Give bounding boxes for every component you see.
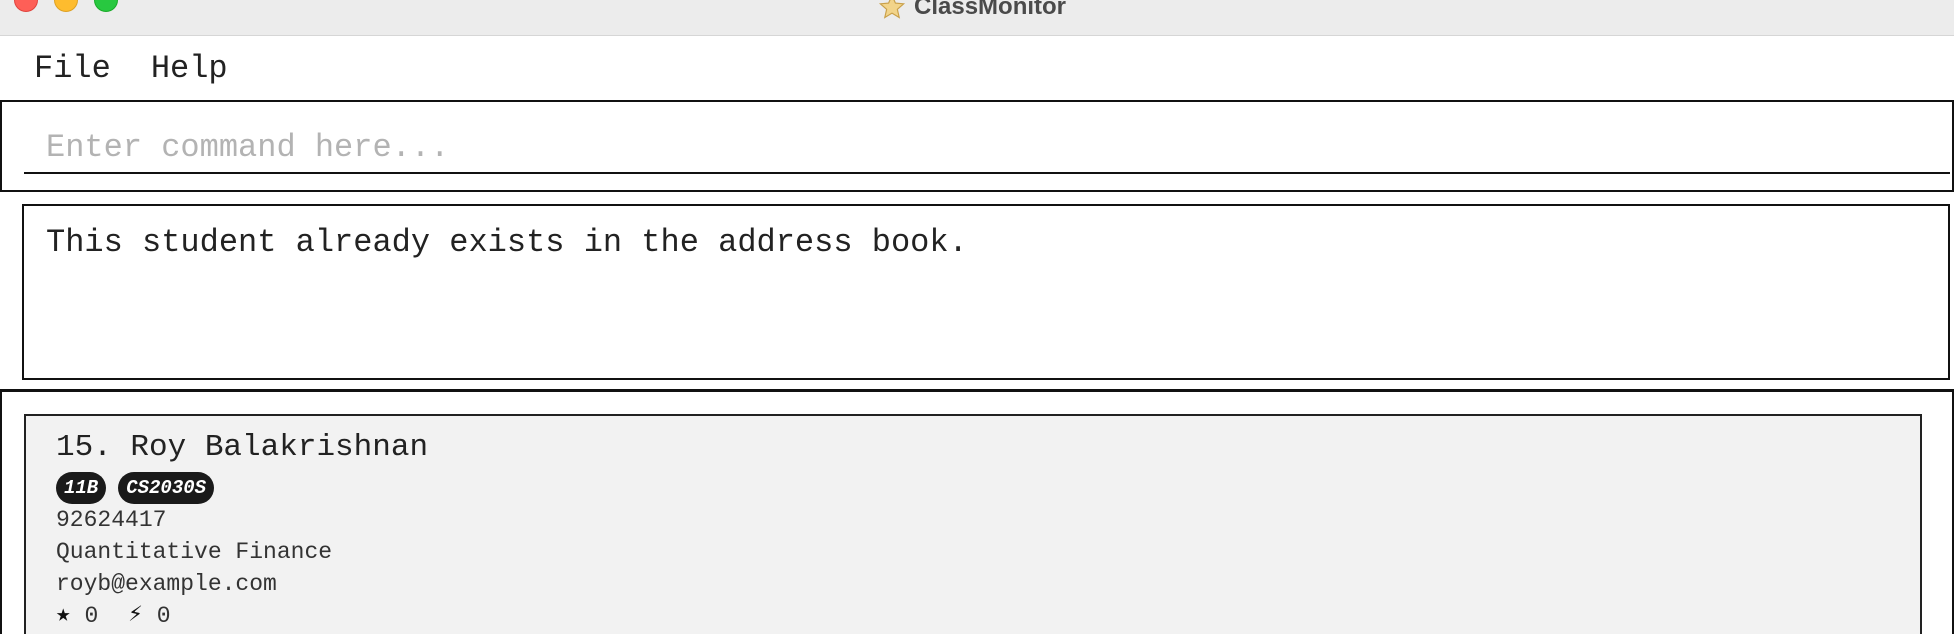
student-phone: 92624417 [56, 507, 167, 533]
result-display: This student already exists in the addre… [22, 204, 1950, 380]
student-name: Roy Balakrishnan [130, 430, 429, 465]
menu-bar: File Help [0, 36, 1954, 100]
window-title-text: ClassMonitor [914, 0, 1067, 20]
student-index: 15. [56, 430, 112, 465]
student-tags: 11B CS2030S [56, 472, 1890, 504]
window-title: ClassMonitor [878, 0, 1066, 22]
command-box [0, 100, 1954, 192]
command-input[interactable] [24, 122, 1950, 174]
student-header: 15. Roy Balakrishnan [56, 428, 1890, 468]
star-icon [878, 0, 906, 19]
menu-file[interactable]: File [34, 50, 111, 87]
student-email: royb@example.com [56, 571, 277, 597]
star-icon: ★ [56, 602, 71, 629]
bolt-count: 0 [156, 603, 171, 629]
minimize-window-button[interactable] [54, 0, 78, 12]
window-titlebar: ClassMonitor [0, 0, 1954, 36]
lightning-icon: ⚡ [128, 602, 143, 629]
tag-class: 11B [56, 472, 107, 504]
student-address: Quantitative Finance [56, 539, 333, 565]
student-card[interactable]: 15. Roy Balakrishnan 11B CS2030S 9262441… [24, 414, 1922, 634]
menu-help[interactable]: Help [151, 50, 228, 87]
close-window-button[interactable] [14, 0, 38, 12]
maximize-window-button[interactable] [94, 0, 118, 12]
tag-module: CS2030S [118, 472, 215, 504]
result-section: This student already exists in the addre… [0, 192, 1954, 392]
student-list[interactable]: 15. Roy Balakrishnan 11B CS2030S 9262441… [0, 392, 1954, 634]
student-stats: ★ 0 ⚡ 0 [56, 600, 1890, 632]
star-count: 0 [84, 603, 99, 629]
